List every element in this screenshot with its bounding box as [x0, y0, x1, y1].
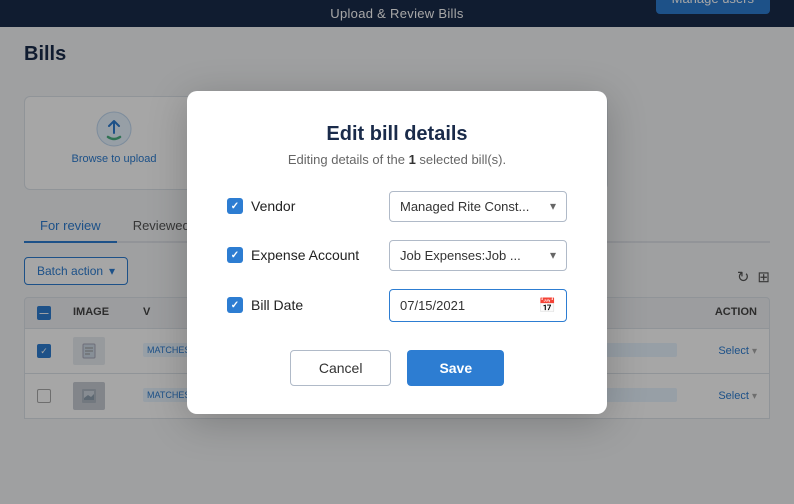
- save-button[interactable]: Save: [407, 350, 504, 386]
- cancel-button[interactable]: Cancel: [290, 350, 392, 386]
- modal-subtitle: Editing details of the 1 selected bill(s…: [227, 152, 567, 167]
- bill-date-label: Bill Date: [227, 297, 377, 313]
- vendor-field-row: Vendor Managed Rite Const... ▾: [227, 191, 567, 222]
- modal-title: Edit bill details: [227, 123, 567, 146]
- vendor-value: Managed Rite Const...: [400, 199, 529, 214]
- edit-bill-modal: Edit bill details Editing details of the…: [187, 91, 607, 414]
- modal-overlay: Edit bill details Editing details of the…: [0, 0, 794, 504]
- vendor-dropdown[interactable]: Managed Rite Const... ▾: [389, 191, 567, 222]
- bill-date-value: 07/15/2021: [400, 298, 465, 313]
- vendor-checkbox[interactable]: [227, 198, 243, 214]
- modal-count: 1: [409, 152, 416, 167]
- vendor-label: Vendor: [227, 198, 377, 214]
- calendar-icon: 📅: [539, 297, 556, 314]
- bill-date-checkbox[interactable]: [227, 297, 243, 313]
- expense-account-label: Expense Account: [227, 247, 377, 263]
- modal-actions: Cancel Save: [227, 350, 567, 386]
- bill-date-input[interactable]: 07/15/2021 📅: [389, 289, 567, 322]
- expense-account-checkbox[interactable]: [227, 247, 243, 263]
- expense-account-field-row: Expense Account Job Expenses:Job ... ▾: [227, 240, 567, 271]
- vendor-dropdown-arrow-icon: ▾: [550, 199, 556, 213]
- expense-account-dropdown-arrow-icon: ▾: [550, 248, 556, 262]
- expense-account-dropdown[interactable]: Job Expenses:Job ... ▾: [389, 240, 567, 271]
- expense-account-value: Job Expenses:Job ...: [400, 248, 521, 263]
- bill-date-field-row: Bill Date 07/15/2021 📅: [227, 289, 567, 322]
